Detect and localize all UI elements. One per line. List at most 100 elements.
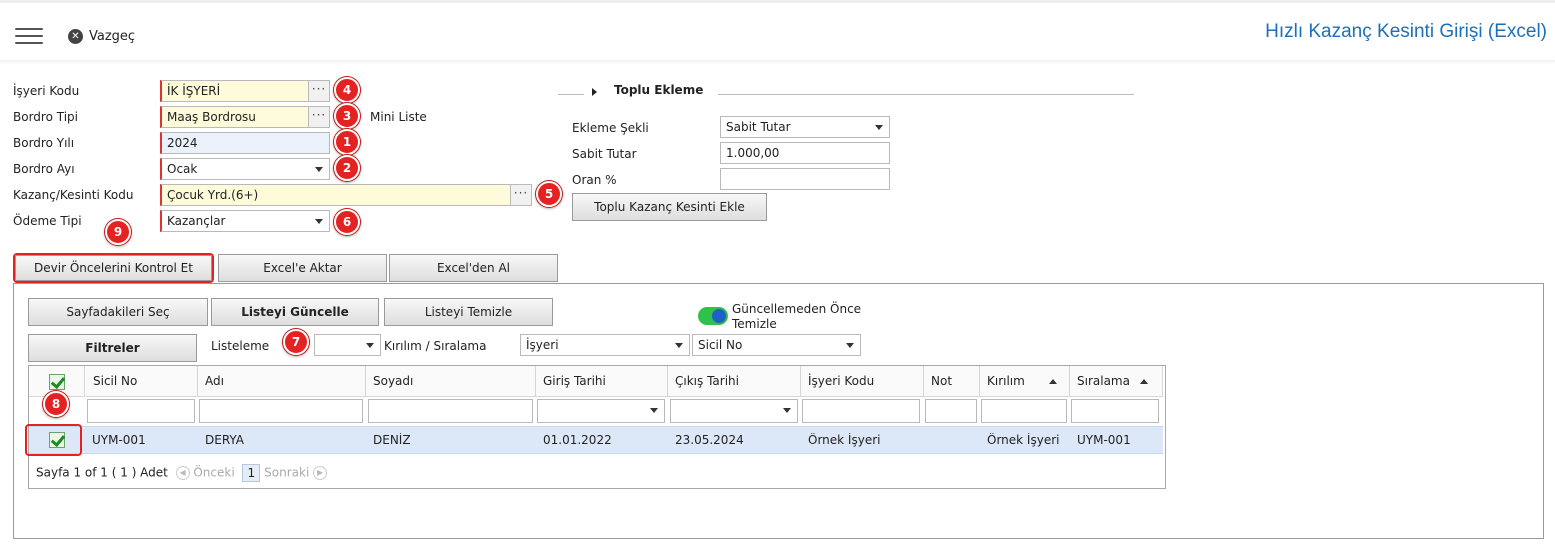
clear-before-update-label: Güncellemeden Önce Temizle [732,302,862,331]
breakdown-select[interactable]: İşyeri [520,334,690,356]
step-badge-1: 1 [334,129,360,155]
prev-page-icon[interactable]: ◀ [175,466,190,480]
chevron-down-icon [875,125,883,130]
filter-not[interactable] [925,399,977,423]
fixed-amount-label: Sabit Tutar [572,147,637,161]
column-header-sicil[interactable]: Sicil No [86,366,198,397]
payroll-month-select[interactable]: Ocak [160,158,330,180]
payroll-year-label: Bordro Yılı [13,136,75,150]
next-page-button[interactable]: Sonraki [264,466,309,480]
refresh-list-button[interactable]: Listeyi Güncelle [211,298,379,326]
filter-kirilim[interactable] [981,399,1067,423]
column-header-kirilim[interactable]: Kırılım [980,366,1070,397]
bulk-method-select[interactable]: Sabit Tutar [720,116,890,138]
column-header-siralama-label: Sıralama [1077,374,1130,388]
filter-ad[interactable] [199,399,363,423]
employer-code-field[interactable]: İK İŞYERİ [160,80,310,102]
bulk-method-label: Ekleme Şekli [572,121,649,135]
divider [558,94,584,95]
filter-isyeri[interactable] [802,399,920,423]
column-header-isyeri[interactable]: İşyeri Kodu [801,366,924,397]
earning-code-label: Kazanç/Kesinti Kodu [13,188,134,202]
sort-asc-icon [1048,379,1057,384]
payroll-month-label: Bordro Ayı [13,162,75,176]
employee-grid: Sicil No Adı Soyadı Giriş Tarihi Çıkış T… [28,365,1166,489]
payroll-year-field[interactable]: 2024 [160,132,330,154]
payroll-type-field[interactable]: Maaş Bordrosu [160,106,310,128]
chevron-down-icon [783,408,791,413]
bulk-section-title[interactable]: Toplu Ekleme [614,83,703,97]
prev-page-button[interactable]: Önceki [193,466,234,480]
pager-summary: Sayfa 1 of 1 ( 1 ) Adet [36,465,168,480]
page-title: Hızlı Kazanç Kesinti Girişi (Excel) [1265,21,1547,42]
step-badge-2: 2 [334,155,360,181]
pager: Sayfa 1 of 1 ( 1 ) Adet ◀ Önceki 1 Sonra… [36,464,328,482]
fixed-amount-input[interactable]: 1.000,00 [720,142,890,164]
step-badge-8: 8 [43,391,69,417]
cell-ad: DERYA [205,433,244,447]
step-badge-5: 5 [536,181,562,207]
cell-soyad: DENİZ [373,433,411,447]
filter-sicil[interactable] [87,399,195,423]
column-header-kirilim-label: Kırılım [987,374,1025,388]
cell-isyeri: Örnek İşyeri [808,433,881,447]
step-badge-3: 3 [334,103,360,129]
chevron-down-icon [650,408,658,413]
chevron-down-icon [315,167,323,172]
cancel-button[interactable]: ✕ Vazgeç [68,27,135,45]
payment-type-select[interactable]: Kazançlar [160,210,330,232]
employer-code-lookup-button[interactable]: ··· [308,80,330,102]
expand-arrow-icon[interactable] [592,88,597,96]
cell-giris: 01.01.2022 [543,433,612,447]
column-header-not[interactable]: Not [924,366,980,397]
filter-soyad[interactable] [368,399,533,423]
column-header-ad[interactable]: Adı [198,366,366,397]
cell-sicil: UYM-001 [92,433,146,447]
hamburger-menu-icon[interactable] [15,28,43,46]
sort-select[interactable]: Sicil No [692,334,861,356]
payment-type-value: Kazançlar [167,214,226,228]
payroll-type-lookup-button[interactable]: ··· [308,106,330,128]
step-badge-6: 6 [334,209,360,235]
earning-code-field[interactable]: Çocuk Yrd.(6+) [160,184,512,206]
listing-label: Listeleme [211,339,270,353]
cell-cikis: 23.05.2024 [675,433,744,447]
rate-label: Oran % [572,173,617,187]
column-header-cikis[interactable]: Çıkış Tarihi [668,366,801,397]
rate-input[interactable] [720,168,890,190]
filters-button[interactable]: Filtreler [28,334,197,362]
listing-select[interactable] [314,334,381,356]
payment-type-label: Ödeme Tipi [13,214,82,228]
chevron-down-icon [315,219,323,224]
sort-value: Sicil No [698,338,743,352]
table-row[interactable]: UYM-001 DERYA DENİZ 01.01.2022 23.05.202… [29,426,1163,454]
check-previous-button[interactable]: Devir Öncelerini Kontrol Et [15,255,212,281]
select-page-button[interactable]: Sayfadakileri Seç [28,298,208,326]
payroll-type-label: Bordro Tipi [13,110,78,124]
chevron-down-icon [675,343,683,348]
column-header-soyad[interactable]: Soyadı [366,366,536,397]
column-header-siralama[interactable]: Sıralama [1070,366,1163,397]
export-excel-button[interactable]: Excel'e Aktar [218,254,387,282]
next-page-icon[interactable]: ▶ [313,466,328,480]
cell-siralama: UYM-001 [1077,433,1131,447]
step-badge-7: 7 [283,329,309,355]
mini-list-label[interactable]: Mini Liste [370,110,427,124]
step-badge-9: 9 [105,219,131,245]
filter-giris[interactable] [537,399,665,423]
filter-siralama[interactable] [1071,399,1159,423]
bulk-add-button[interactable]: Toplu Kazanç Kesinti Ekle [572,193,767,221]
clear-before-update-toggle[interactable] [698,307,728,325]
clear-list-button[interactable]: Listeyi Temizle [384,298,553,326]
import-excel-button[interactable]: Excel'den Al [389,254,558,282]
page-number-button[interactable]: 1 [242,464,261,482]
filter-cikis[interactable] [670,399,798,423]
breakdown-label: Kırılım / Sıralama [384,339,487,353]
select-all-checkbox[interactable] [48,374,65,390]
top-bar-shadow [0,60,1555,64]
chevron-down-icon [366,343,374,348]
earning-code-lookup-button[interactable]: ··· [510,184,532,206]
bulk-method-value: Sabit Tutar [726,120,791,134]
column-header-giris[interactable]: Giriş Tarihi [536,366,668,397]
sort-asc-icon [1139,379,1148,384]
